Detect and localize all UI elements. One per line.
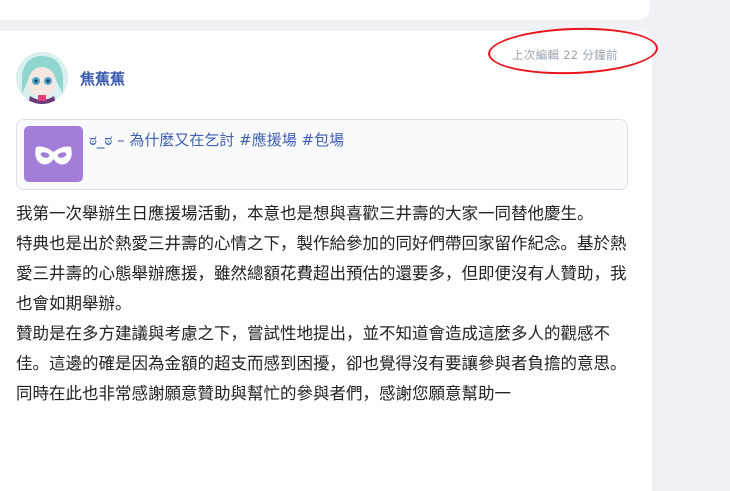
previous-post-card: [0, 0, 650, 20]
post-paragraph: 特典也是出於熱愛三井壽的心情之下，製作給參加的同好們帶回家留作紀念。基於熱愛三井…: [16, 234, 627, 313]
author-name[interactable]: 焦蕉蕉: [80, 68, 125, 89]
topic-title: ಠ_ಠ – 為什麼又在乞討 #應援場 #包場: [89, 131, 345, 149]
post-body: 我第一次舉辦生日應援場活動，本意也是想與喜歡三井壽的大家一同替他慶生。 特典也是…: [16, 199, 641, 409]
mask-icon: [24, 126, 83, 182]
post-paragraph: 我第一次舉辦生日應援場活動，本意也是想與喜歡三井壽的大家一同替他慶生。: [16, 204, 594, 223]
topic-link-card[interactable]: ಠ_ಠ – 為什麼又在乞討 #應援場 #包場: [16, 119, 628, 190]
avatar[interactable]: [16, 52, 68, 104]
post-paragraph: 贊助是在多方建議與考慮之下，嘗試性地提出，並不知道會造成這麼多人的觀感不佳。這邊…: [16, 324, 627, 373]
post-paragraph: 同時在此也非常感謝願意贊助與幫忙的參與者們，感謝您願意幫助一: [16, 384, 511, 403]
avatar-image: [16, 52, 68, 104]
